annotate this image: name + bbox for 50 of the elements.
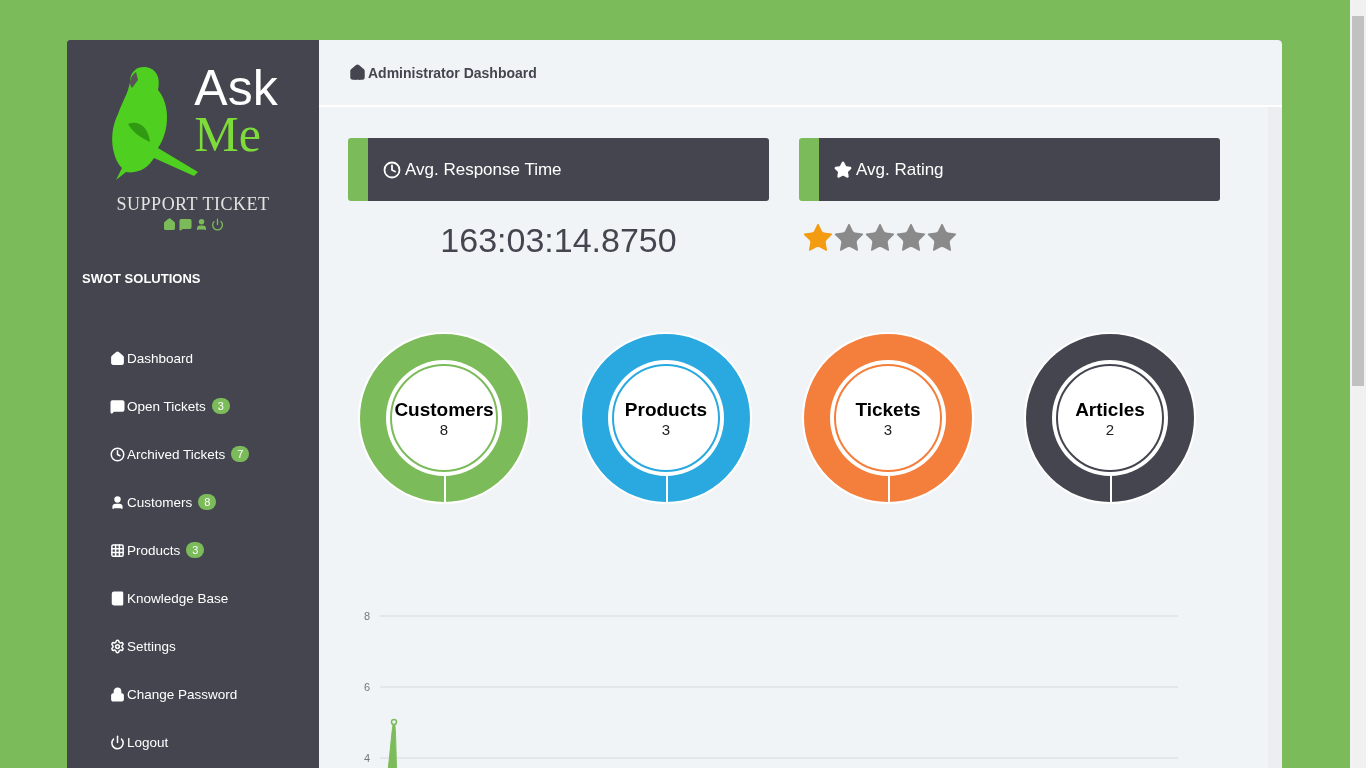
- sidebar-menu-item[interactable]: Dashboard: [110, 334, 194, 382]
- sidebar-menu-item[interactable]: Archived Tickets 7: [110, 430, 250, 478]
- power-icon: [210, 218, 224, 231]
- chat-icon: [110, 398, 125, 414]
- settings-icon: [110, 638, 125, 654]
- scrollbar[interactable]: [1350, 0, 1366, 768]
- star-icon: [834, 160, 852, 179]
- sidebar-menu-item[interactable]: Open Tickets 3: [110, 382, 230, 430]
- sidebar-menu-item[interactable]: Knowledge Base: [110, 574, 229, 622]
- count-badge: 3: [211, 398, 230, 414]
- company-name: SWOT SOLUTIONS: [82, 271, 202, 286]
- chat-icon: [178, 218, 192, 231]
- stat-value: 8: [439, 420, 449, 438]
- count-badge: 7: [231, 446, 250, 462]
- logo-text: Me: [194, 112, 262, 156]
- stat-label: Customers: [394, 398, 494, 421]
- home-icon: [162, 218, 176, 231]
- sidebar-menu-item[interactable]: Products 3: [110, 526, 205, 574]
- sidebar-menu-item[interactable]: Logout: [110, 718, 169, 766]
- power-icon: [110, 734, 125, 750]
- card-title: Avg. Rating: [856, 159, 944, 180]
- axis-tick-label: 6: [364, 681, 371, 693]
- sidebar-menu-item[interactable]: Customers 8: [110, 478, 217, 526]
- stat-label: Articles: [1075, 398, 1145, 421]
- sidebar-menu-item[interactable]: Change Password: [110, 670, 238, 718]
- clock-icon: [110, 446, 125, 462]
- data-point: [390, 718, 398, 726]
- home-icon: [349, 64, 366, 81]
- axis-tick-label: 4: [364, 752, 371, 764]
- home-icon: [110, 350, 125, 366]
- sidebar-menu-item[interactable]: Settings: [110, 622, 176, 670]
- axis-tick-label: 8: [364, 610, 371, 622]
- user-icon: [194, 218, 208, 231]
- stat-label: Products: [624, 398, 708, 421]
- count-badge: 3: [186, 542, 205, 558]
- scrollbar[interactable]: [1268, 107, 1282, 768]
- page-title: Administrator Dashboard: [368, 64, 537, 81]
- grid-icon: [110, 542, 125, 558]
- card-title: Avg. Response Time: [405, 159, 562, 180]
- response-time-value: 163:03:14.8750: [440, 221, 677, 260]
- count-badge: 8: [198, 494, 217, 510]
- lock-icon: [110, 686, 125, 702]
- stat-label: Tickets: [855, 398, 921, 421]
- logo-text: Ask: [194, 64, 278, 112]
- stat-value: 2: [1105, 420, 1115, 438]
- clock-icon: [383, 160, 401, 179]
- user-icon: [110, 494, 125, 510]
- stat-value: 3: [661, 420, 671, 438]
- stat-value: 3: [883, 420, 893, 438]
- logo-tagline: SUPPORT TICKET: [116, 194, 270, 215]
